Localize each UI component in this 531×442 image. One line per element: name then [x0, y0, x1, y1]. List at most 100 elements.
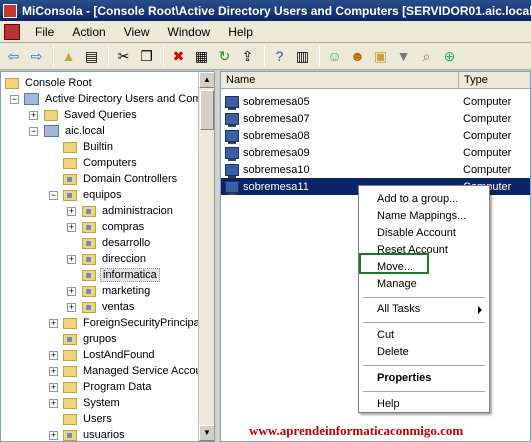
- menu-item-manage[interactable]: Manage: [359, 276, 489, 293]
- filter-icon[interactable]: ▼: [393, 46, 414, 67]
- tree-node-lostandfound[interactable]: LostAndFound: [63, 347, 157, 363]
- tree-node-compras[interactable]: compras: [82, 219, 146, 235]
- expand-toggle[interactable]: +: [67, 223, 76, 232]
- folder-icon: [5, 77, 19, 89]
- computer-icon: [225, 95, 239, 110]
- tree-node-saved-queries[interactable]: Saved Queries: [44, 107, 139, 123]
- ou-icon: [63, 173, 77, 185]
- forward-icon[interactable]: ⇨: [26, 46, 47, 67]
- tree-node-computers[interactable]: Computers: [63, 155, 139, 171]
- ou-icon: [63, 429, 77, 441]
- menu-item-all-tasks[interactable]: All Tasks: [359, 301, 489, 318]
- help-icon[interactable]: ?: [269, 46, 290, 67]
- app-icon: [3, 3, 17, 18]
- menu-file[interactable]: File: [26, 25, 63, 39]
- cut-icon[interactable]: ✂: [113, 46, 134, 67]
- table-row[interactable]: sobremesa09 Computer: [221, 144, 530, 161]
- expand-toggle[interactable]: +: [49, 319, 58, 328]
- new-user-icon[interactable]: ☺: [324, 46, 345, 67]
- tree-node-console-root[interactable]: Console Root: [5, 75, 94, 91]
- tree-scrollbar[interactable]: ▲ ▼: [198, 72, 214, 441]
- console-tree-icon[interactable]: ▥: [292, 46, 313, 67]
- export-icon[interactable]: ⇪: [237, 46, 258, 67]
- new-group-icon[interactable]: ☻: [347, 46, 368, 67]
- tree-node-informatica[interactable]: informatica: [82, 267, 160, 283]
- menu-item-cut[interactable]: Cut: [359, 327, 489, 344]
- expand-toggle[interactable]: +: [49, 351, 58, 360]
- up-folder-icon[interactable]: ▲: [58, 46, 79, 67]
- tree-node-equipos[interactable]: equipos: [63, 187, 124, 203]
- toolbar-divider: [108, 46, 109, 66]
- table-row[interactable]: sobremesa08 Computer: [221, 127, 530, 144]
- collapse-toggle[interactable]: −: [10, 95, 19, 104]
- collapse-toggle[interactable]: −: [49, 191, 58, 200]
- menu-item-help[interactable]: Help: [359, 396, 489, 413]
- collapse-toggle[interactable]: −: [29, 127, 38, 136]
- computer-icon: [225, 163, 239, 178]
- expand-toggle[interactable]: +: [67, 207, 76, 216]
- expand-toggle[interactable]: +: [49, 399, 58, 408]
- add-to-group-icon[interactable]: ⊕: [439, 46, 460, 67]
- expand-toggle[interactable]: +: [67, 255, 76, 264]
- scroll-thumb[interactable]: [200, 90, 214, 130]
- tree-node-aduc[interactable]: Active Directory Users and Com: [24, 91, 204, 107]
- tree-node-users[interactable]: Users: [63, 411, 114, 427]
- show-tree-icon[interactable]: ▤: [81, 46, 102, 67]
- console-tree-pane[interactable]: Console Root − Active Directory Users an…: [0, 71, 215, 442]
- expand-toggle[interactable]: +: [49, 383, 58, 392]
- folder-icon: [63, 317, 77, 329]
- menu-window[interactable]: Window: [159, 25, 220, 39]
- folder-icon: [44, 109, 58, 121]
- find-icon[interactable]: ⌕: [416, 46, 437, 67]
- tree-node-usuarios[interactable]: usuarios: [63, 427, 127, 441]
- tree-node-administracion[interactable]: administracion: [82, 203, 175, 219]
- refresh-icon[interactable]: ↻: [214, 46, 235, 67]
- toolbar-divider: [53, 46, 54, 66]
- toolbar-divider: [319, 46, 320, 66]
- scroll-up-icon[interactable]: ▲: [199, 72, 214, 88]
- tree-node-grupos[interactable]: grupos: [63, 331, 119, 347]
- expand-toggle[interactable]: +: [49, 367, 58, 376]
- menu-item-delete[interactable]: Delete: [359, 344, 489, 361]
- menu-view[interactable]: View: [115, 25, 159, 39]
- tree-node-foreign-security-principals[interactable]: ForeignSecurityPrincipal: [63, 315, 204, 331]
- table-row[interactable]: sobremesa05 Computer: [221, 93, 530, 110]
- table-row[interactable]: sobremesa10 Computer: [221, 161, 530, 178]
- tree-node-domain[interactable]: aic.local: [44, 123, 107, 139]
- scroll-down-icon[interactable]: ▼: [199, 425, 214, 441]
- computer-icon: [225, 129, 239, 144]
- menu-item-disable-account[interactable]: Disable Account: [359, 225, 489, 242]
- tree-node-system[interactable]: System: [63, 395, 122, 411]
- expand-toggle[interactable]: +: [49, 431, 58, 440]
- tree-node-direccion[interactable]: direccion: [82, 251, 148, 267]
- folder-icon: [63, 381, 77, 393]
- menu-separator: [363, 391, 485, 392]
- menu-help[interactable]: Help: [219, 25, 262, 39]
- menu-item-add-to-group[interactable]: Add to a group...: [359, 191, 489, 208]
- expand-toggle[interactable]: +: [67, 287, 76, 296]
- properties-icon[interactable]: ▦: [191, 46, 212, 67]
- column-name-header[interactable]: Name: [221, 72, 459, 89]
- back-icon[interactable]: ⇦: [3, 46, 24, 67]
- tree-node-domain-controllers[interactable]: Domain Controllers: [63, 171, 179, 187]
- tree-node-managed-service-accounts[interactable]: Managed Service Accou: [63, 363, 204, 379]
- copy-icon[interactable]: ❐: [136, 46, 157, 67]
- title-bar[interactable]: MiConsola - [Console Root\Active Directo…: [0, 0, 531, 21]
- tree-node-ventas[interactable]: ventas: [82, 299, 136, 315]
- tree-node-desarrollo[interactable]: desarrollo: [82, 235, 152, 251]
- delete-icon[interactable]: ✖: [168, 46, 189, 67]
- tree-node-program-data[interactable]: Program Data: [63, 379, 153, 395]
- ou-icon: [82, 253, 96, 265]
- expand-toggle[interactable]: +: [29, 111, 38, 120]
- tree-node-marketing[interactable]: marketing: [82, 283, 152, 299]
- menu-item-properties[interactable]: Properties: [359, 370, 489, 387]
- table-row[interactable]: sobremesa07 Computer: [221, 110, 530, 127]
- menu-item-name-mappings[interactable]: Name Mappings...: [359, 208, 489, 225]
- menu-action[interactable]: Action: [63, 25, 114, 39]
- expand-toggle[interactable]: +: [67, 303, 76, 312]
- computer-icon: [225, 112, 239, 127]
- new-ou-icon[interactable]: ▣: [370, 46, 391, 67]
- console-icon[interactable]: [4, 23, 20, 40]
- column-type-header[interactable]: Type: [459, 72, 530, 89]
- tree-node-builtin[interactable]: Builtin: [63, 139, 115, 155]
